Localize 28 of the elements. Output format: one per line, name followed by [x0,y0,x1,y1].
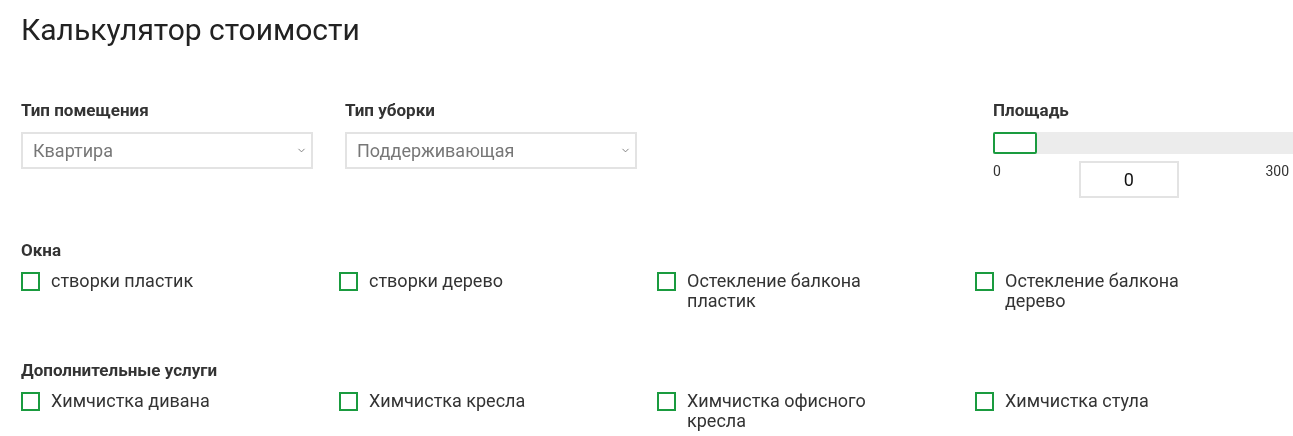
section-heading: Дополнительные услуги [21,359,218,381]
slider-handle[interactable] [993,132,1037,154]
option-label: Остекление балкона дерево [1005,271,1180,311]
checkbox[interactable] [657,392,676,411]
slider-min-label: 0 [993,162,1001,181]
option-label: створки дерево [369,271,504,291]
option-label: Остекление балкона пластик [687,271,862,311]
checkbox[interactable] [975,392,994,411]
option-label: Химчистка стула [1005,391,1150,411]
checkbox[interactable] [657,272,676,291]
field-label: Площадь [993,99,1069,121]
option-label: Химчистка офисного кресла [687,391,867,431]
checkbox[interactable] [21,272,40,291]
dropdown[interactable]: Поддерживающая [345,132,637,169]
slider-max-label: 300 [1265,162,1289,181]
field-label: Тип уборки [345,99,435,121]
dropdown[interactable]: Квартира [21,132,313,169]
checkbox[interactable] [21,392,40,411]
checkbox[interactable] [975,272,994,291]
page-title: Калькулятор стоимости [21,12,360,48]
checkbox[interactable] [339,392,358,411]
option-label: створки пластик [51,271,195,291]
section-heading: Окна [21,239,61,261]
area-input[interactable]: 0 [1078,161,1179,198]
checkbox[interactable] [339,272,358,291]
option-label: Химчистка кресла [369,391,527,411]
option-label: Химчистка дивана [51,391,211,411]
field-label: Тип помещения [21,99,149,121]
